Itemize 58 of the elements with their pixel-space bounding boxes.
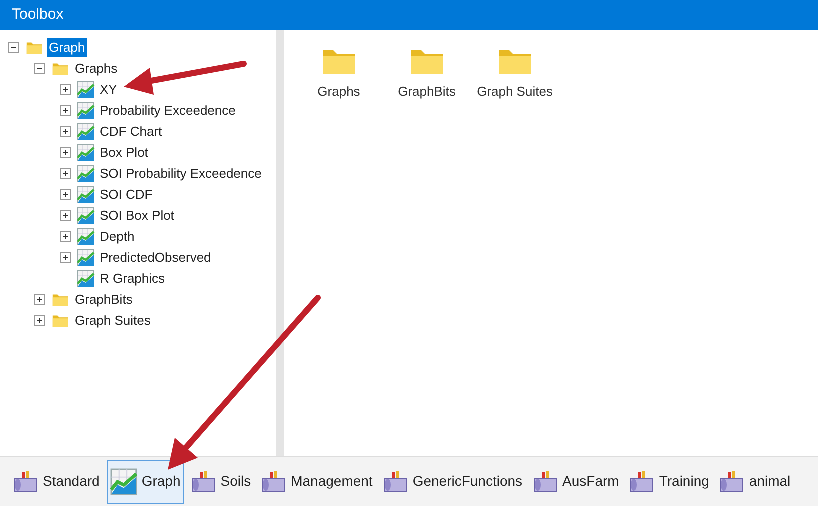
tree-item[interactable]: R Graphics bbox=[98, 268, 168, 288]
chart-icon bbox=[77, 228, 95, 246]
tree-item[interactable]: Probability Exceedence bbox=[98, 100, 238, 120]
tree-item[interactable]: Graph Suites bbox=[73, 310, 153, 330]
chart-icon bbox=[77, 270, 95, 288]
toolbox-tab[interactable]: Soils bbox=[188, 460, 254, 504]
expand-icon[interactable] bbox=[60, 210, 71, 221]
toolbox-tab[interactable]: animal bbox=[716, 460, 794, 504]
folder-item[interactable]: GraphBits bbox=[392, 40, 462, 102]
expand-icon[interactable] bbox=[60, 84, 71, 95]
toolbox-icon bbox=[629, 468, 656, 494]
expand-icon[interactable] bbox=[60, 147, 71, 158]
toolbox-tab[interactable]: GenericFunctions bbox=[380, 460, 526, 504]
expand-icon[interactable] bbox=[60, 126, 71, 137]
toolbox-tab[interactable]: Management bbox=[258, 460, 376, 504]
tree-item[interactable]: Graph bbox=[47, 38, 88, 58]
tree-item[interactable]: XY bbox=[98, 80, 120, 100]
expand-icon[interactable] bbox=[60, 189, 71, 200]
chart-icon bbox=[77, 186, 95, 204]
tree-item[interactable]: SOI CDF bbox=[98, 184, 155, 204]
toolbox-tab[interactable]: Graph bbox=[106, 460, 184, 504]
window-title: Toolbox bbox=[0, 0, 818, 30]
expand-icon[interactable] bbox=[34, 315, 45, 326]
tree-item[interactable]: Depth bbox=[98, 226, 137, 246]
folder-item[interactable]: Graphs bbox=[304, 40, 374, 102]
expand-icon[interactable] bbox=[60, 168, 71, 179]
chart-icon bbox=[110, 468, 138, 496]
toolbox-tab[interactable]: AusFarm bbox=[530, 460, 622, 504]
tree-item[interactable]: SOI Probability Exceedence bbox=[98, 164, 264, 184]
folder-item[interactable]: Graph Suites bbox=[480, 40, 550, 102]
tree-item[interactable]: PredictedObserved bbox=[98, 248, 214, 268]
tree-item[interactable]: Graphs bbox=[73, 58, 120, 78]
splitter[interactable] bbox=[276, 30, 284, 456]
chart-icon bbox=[77, 144, 95, 162]
expand-icon[interactable] bbox=[60, 105, 71, 116]
chart-icon bbox=[77, 102, 95, 120]
chart-icon bbox=[77, 80, 95, 98]
toolbox-tab[interactable]: Training bbox=[626, 460, 712, 504]
tree-item[interactable]: CDF Chart bbox=[98, 122, 164, 142]
collapse-icon[interactable] bbox=[34, 63, 45, 74]
chart-icon bbox=[77, 122, 95, 140]
chart-icon bbox=[77, 206, 95, 224]
expand-icon[interactable] bbox=[60, 252, 71, 263]
chart-icon bbox=[77, 164, 95, 182]
expand-icon[interactable] bbox=[34, 294, 45, 305]
toolbox-icon bbox=[261, 468, 288, 494]
toolbox-icon bbox=[532, 468, 559, 494]
chart-icon bbox=[77, 248, 95, 266]
toolbox-icon bbox=[719, 468, 746, 494]
expand-icon[interactable] bbox=[60, 231, 71, 242]
tree-item[interactable]: GraphBits bbox=[73, 290, 135, 310]
toolbox-icon bbox=[13, 468, 39, 494]
tree-item[interactable]: Box Plot bbox=[98, 142, 150, 162]
toolbox-icon bbox=[382, 468, 409, 494]
tree-item[interactable]: SOI Box Plot bbox=[98, 206, 176, 226]
toolbox-icon bbox=[190, 468, 217, 494]
toolbox-tab[interactable]: Standard bbox=[10, 460, 103, 504]
collapse-icon[interactable] bbox=[8, 42, 19, 53]
